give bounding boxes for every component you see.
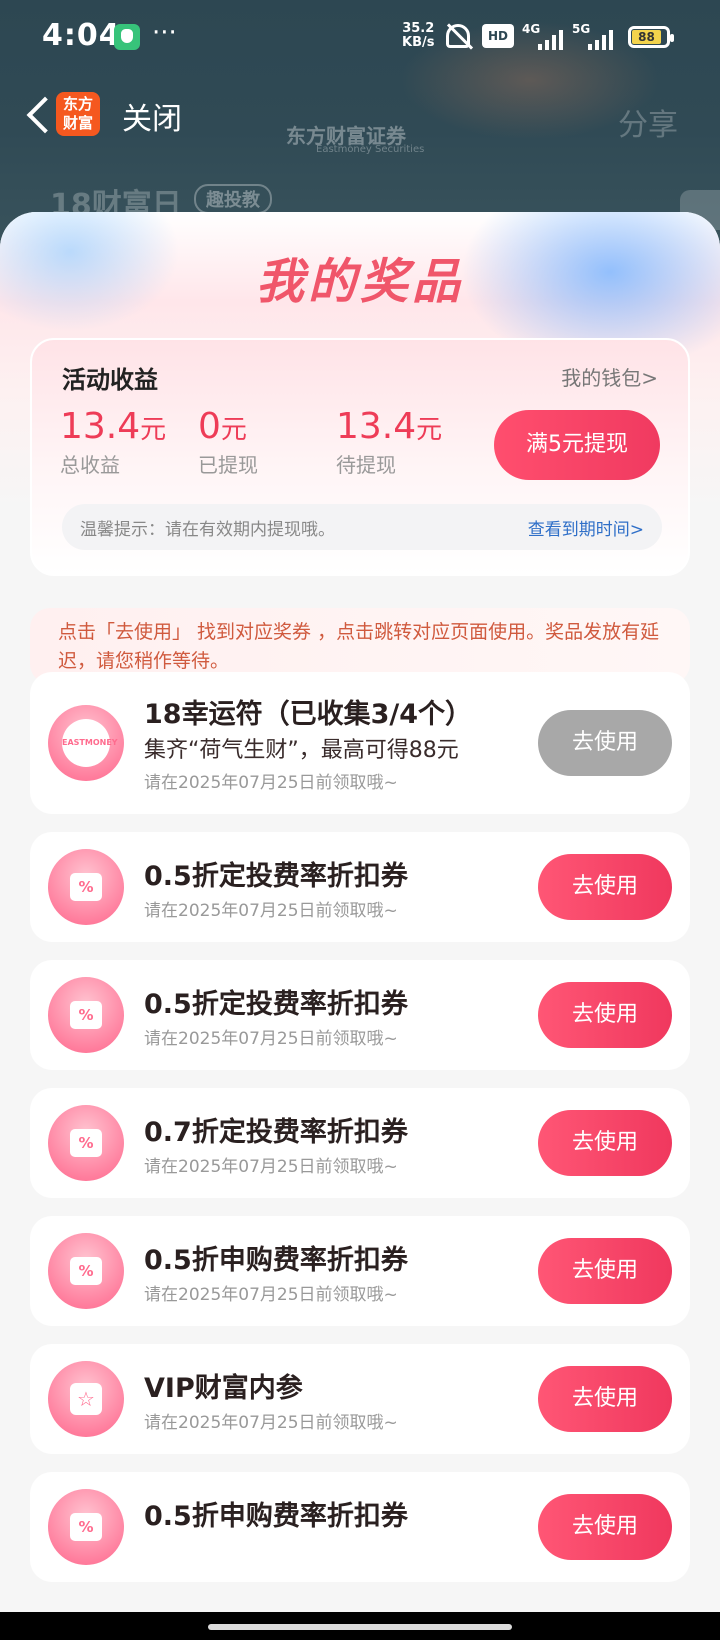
use-button[interactable]: 去使用 <box>538 1366 672 1432</box>
prize-card: % 0.7折定投费率折扣券 请在2025年07月25日前领取哦~ 去使用 <box>30 1088 690 1198</box>
coupon-glyph: % <box>70 1129 102 1157</box>
prize-card: EASTMONEY 18幸运符（已收集3/4个） 集齐“荷气生财”，最高可得88… <box>30 672 690 814</box>
badge-text: EASTMONEY <box>62 719 118 767</box>
prize-card: % 0.5折定投费率折扣券 请在2025年07月25日前领取哦~ 去使用 <box>30 832 690 942</box>
use-button[interactable]: 去使用 <box>538 1238 672 1304</box>
withdrawn-unit: 元 <box>220 415 247 445</box>
prize-card: % 0.5折申购费率折扣券 去使用 <box>30 1472 690 1582</box>
share-button[interactable]: 分享 <box>618 100 678 144</box>
prize-expiry: 请在2025年07月25日前领取哦~ <box>144 773 398 793</box>
use-button[interactable]: 去使用 <box>538 982 672 1048</box>
star-glyph: ☆ <box>70 1383 102 1415</box>
network-speed-unit: KB/s <box>402 35 435 50</box>
star-icon: ☆ <box>48 1361 124 1437</box>
hd-badge: HD <box>482 24 514 48</box>
prize-name: VIP财富内参 <box>144 1373 303 1404</box>
prize-subtitle: 集齐“荷气生财”，最高可得88元 <box>144 738 459 763</box>
prize-expiry: 请在2025年07月25日前领取哦~ <box>144 1413 398 1433</box>
status-time: 4:04 <box>42 18 121 53</box>
total-earnings-value: 13.4 <box>60 406 141 447</box>
total-earnings: 13.4元 总收益 <box>60 406 166 478</box>
withdrawn-value: 0 <box>198 406 221 447</box>
coupon-icon: % <box>48 1233 124 1309</box>
mute-bell-icon <box>446 24 470 48</box>
prize-name: 0.5折定投费率折扣券 <box>144 989 408 1020</box>
total-earnings-label: 总收益 <box>60 453 120 477</box>
prize-name: 0.5折申购费率折扣券 <box>144 1245 408 1276</box>
status-bar: 4:04 ··· 35.2 KB/s HD 4G 5G 88 <box>0 0 720 80</box>
network-speed-value: 35.2 <box>402 21 435 36</box>
use-button[interactable]: 去使用 <box>538 710 672 776</box>
earnings-title: 活动收益 <box>62 366 158 394</box>
security-shield-icon <box>114 24 140 50</box>
my-wallet-link[interactable]: 我的钱包> <box>561 362 658 391</box>
prizes-sheet: 我的奖品 活动收益 我的钱包> 13.4元 总收益 0元 已提现 13.4元 待… <box>0 212 720 1612</box>
prize-card: % 0.5折申购费率折扣券 请在2025年07月25日前领取哦~ 去使用 <box>30 1216 690 1326</box>
prize-expiry: 请在2025年07月25日前领取哦~ <box>144 1157 398 1177</box>
pending-value: 13.4 <box>336 406 417 447</box>
back-arrow-icon[interactable] <box>20 92 60 136</box>
prize-name: 0.7折定投费率折扣券 <box>144 1117 408 1148</box>
withdrawn-label: 已提现 <box>198 453 258 477</box>
total-earnings-unit: 元 <box>140 415 167 445</box>
pending-amount: 13.4元 待提现 <box>336 406 442 478</box>
signal-4g-icon: 4G <box>522 22 566 50</box>
badge-icon: EASTMONEY <box>48 705 124 781</box>
earnings-card: 活动收益 我的钱包> 13.4元 总收益 0元 已提现 13.4元 待提现 满5… <box>30 338 690 576</box>
brand-logo-subtext: Eastmoney Securities <box>316 144 425 155</box>
prize-card: ☆ VIP财富内参 请在2025年07月25日前领取哦~ 去使用 <box>30 1344 690 1454</box>
withdrawn-amount: 0元 已提现 <box>198 406 258 478</box>
coupon-icon: % <box>48 1489 124 1565</box>
battery-level: 88 <box>632 30 661 44</box>
tip-bar: 温馨提示：请在有效期内提现哦。 查看到期时间> <box>62 504 662 550</box>
close-button[interactable]: 关闭 <box>122 94 182 138</box>
coupon-icon: % <box>48 1105 124 1181</box>
coupon-icon: % <box>48 849 124 925</box>
withdraw-button[interactable]: 满5元提现 <box>494 410 660 480</box>
use-button[interactable]: 去使用 <box>538 1494 672 1560</box>
use-button[interactable]: 去使用 <box>538 1110 672 1176</box>
prize-card: % 0.5折定投费率折扣券 请在2025年07月25日前领取哦~ 去使用 <box>30 960 690 1070</box>
app-logo: 东方财富 <box>56 92 100 136</box>
prize-name: 18幸运符（已收集3/4个） <box>144 699 473 730</box>
prize-expiry: 请在2025年07月25日前领取哦~ <box>144 901 398 921</box>
coupon-glyph: % <box>70 873 102 901</box>
view-expiry-link[interactable]: 查看到期时间> <box>528 515 644 540</box>
tip-text: 温馨提示：请在有效期内提现哦。 <box>80 520 335 540</box>
sheet-title: 我的奖品 <box>255 254 464 310</box>
pending-label: 待提现 <box>336 453 396 477</box>
home-indicator[interactable] <box>208 1624 512 1630</box>
prize-name: 0.5折定投费率折扣券 <box>144 861 408 892</box>
pending-unit: 元 <box>416 415 443 445</box>
background-page-tag: 趣投教 <box>194 184 272 214</box>
prize-expiry: 请在2025年07月25日前领取哦~ <box>144 1029 398 1049</box>
coupon-glyph: % <box>70 1257 102 1285</box>
coupon-glyph: % <box>70 1001 102 1029</box>
use-button[interactable]: 去使用 <box>538 854 672 920</box>
signal-5g-icon: 5G <box>572 22 616 50</box>
coupon-glyph: % <box>70 1513 102 1541</box>
more-notifications-icon: ··· <box>152 18 177 48</box>
battery-icon: 88 <box>628 26 674 48</box>
prize-name: 0.5折申购费率折扣券 <box>144 1501 408 1532</box>
coupon-icon: % <box>48 977 124 1053</box>
network-speed: 35.2 KB/s <box>402 22 434 50</box>
nav-bar: 东方财富 关闭 东方财富证券 Eastmoney Securities 分享 <box>0 80 720 155</box>
prize-expiry: 请在2025年07月25日前领取哦~ <box>144 1285 398 1305</box>
